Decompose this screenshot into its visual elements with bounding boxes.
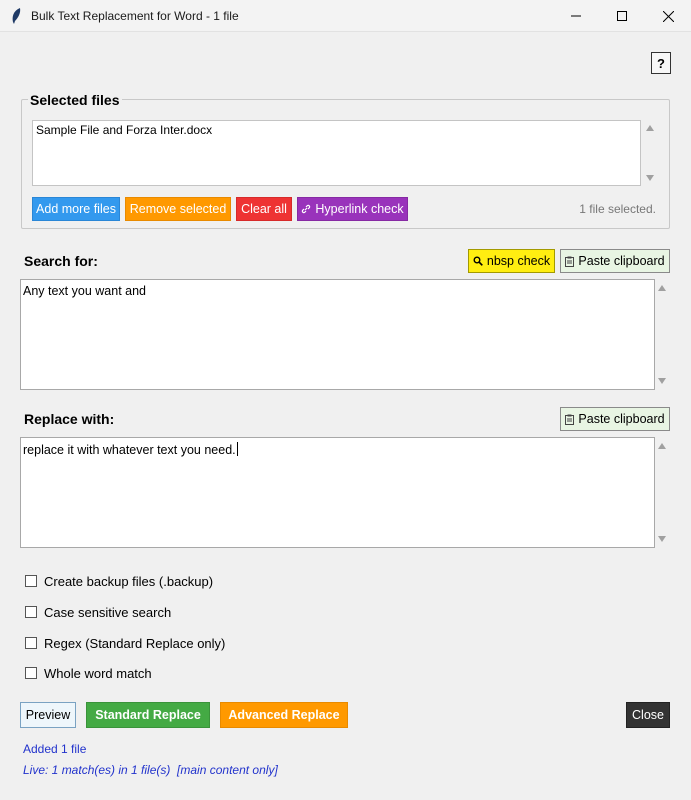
close-window-button[interactable] — [645, 0, 691, 32]
maximize-icon — [617, 11, 627, 21]
search-label: Search for: — [24, 253, 98, 269]
title-bar: Bulk Text Replacement for Word - 1 file — [0, 0, 691, 32]
close-icon — [662, 10, 674, 22]
feather-icon — [12, 8, 21, 24]
regex-option-label: Regex (Standard Replace only) — [44, 635, 226, 651]
help-button[interactable]: ? — [651, 52, 671, 74]
standard-replace-button[interactable]: Standard Replace — [86, 702, 210, 728]
whole-word-checkbox[interactable] — [25, 667, 37, 679]
hyperlink-check-button[interactable]: Hyperlink check — [297, 197, 408, 221]
replace-paste-label: Paste clipboard — [578, 412, 665, 426]
add-more-files-button[interactable]: Add more files — [32, 197, 120, 221]
clear-all-button[interactable]: Clear all — [236, 197, 292, 221]
maximize-button[interactable] — [599, 0, 645, 32]
replace-textarea[interactable]: replace it with whatever text you need. — [20, 437, 655, 548]
close-button[interactable]: Close — [626, 702, 670, 728]
chevron-down-icon — [646, 175, 654, 181]
list-item[interactable]: Sample File and Forza Inter.docx — [36, 123, 637, 137]
chevron-up-icon — [658, 285, 666, 291]
chevron-up-icon — [658, 443, 666, 449]
window-title: Bulk Text Replacement for Word - 1 file — [31, 9, 239, 23]
search-textarea[interactable]: Any text you want and — [20, 279, 655, 390]
chevron-down-icon — [658, 378, 666, 384]
backup-option[interactable]: Create backup files (.backup) — [25, 572, 213, 590]
backup-option-label: Create backup files (.backup) — [44, 573, 214, 589]
regex-checkbox[interactable] — [25, 637, 37, 649]
case-sensitive-checkbox[interactable] — [25, 606, 37, 618]
selected-files-label: Selected files — [28, 92, 122, 108]
clipboard-icon — [565, 256, 575, 267]
minimize-icon — [571, 15, 581, 17]
chevron-up-icon — [646, 125, 654, 131]
backup-checkbox[interactable] — [25, 575, 37, 587]
search-scroll-up[interactable] — [657, 284, 667, 292]
search-text: Any text you want and — [23, 284, 146, 298]
link-icon — [301, 204, 311, 214]
nbsp-check-label: nbsp check — [486, 254, 551, 268]
search-paste-clipboard-button[interactable]: Paste clipboard — [560, 249, 670, 273]
case-sensitive-option[interactable]: Case sensitive search — [25, 603, 171, 621]
scroll-down-arrow[interactable] — [645, 174, 655, 182]
status-added: Added 1 file — [23, 742, 87, 756]
nbsp-check-button[interactable]: nbsp check — [468, 249, 555, 273]
clipboard-icon — [565, 414, 575, 425]
magnifier-icon — [473, 256, 483, 266]
chevron-down-icon — [658, 536, 666, 542]
whole-word-label: Whole word match — [44, 665, 152, 681]
replace-text: replace it with whatever text you need. — [23, 443, 236, 457]
text-caret — [236, 442, 238, 456]
hyperlink-check-label: Hyperlink check — [315, 202, 404, 216]
minimize-button[interactable] — [553, 0, 599, 32]
advanced-replace-button[interactable]: Advanced Replace — [220, 702, 348, 728]
search-scroll-down[interactable] — [657, 377, 667, 385]
replace-paste-clipboard-button[interactable]: Paste clipboard — [560, 407, 670, 431]
scroll-up-arrow[interactable] — [645, 124, 655, 132]
replace-scroll-down[interactable] — [657, 535, 667, 543]
files-listbox[interactable]: Sample File and Forza Inter.docx — [32, 120, 641, 186]
replace-scroll-up[interactable] — [657, 442, 667, 450]
case-sensitive-label: Case sensitive search — [44, 604, 172, 620]
status-live-matches: Live: 1 match(es) in 1 file(s) [main con… — [23, 763, 278, 777]
replace-label: Replace with: — [24, 411, 115, 427]
remove-selected-button[interactable]: Remove selected — [125, 197, 231, 221]
whole-word-option[interactable]: Whole word match — [25, 664, 152, 682]
search-paste-label: Paste clipboard — [578, 254, 665, 268]
regex-option[interactable]: Regex (Standard Replace only) — [25, 634, 225, 652]
preview-button[interactable]: Preview — [20, 702, 76, 728]
file-count-text: 1 file selected. — [579, 202, 656, 216]
